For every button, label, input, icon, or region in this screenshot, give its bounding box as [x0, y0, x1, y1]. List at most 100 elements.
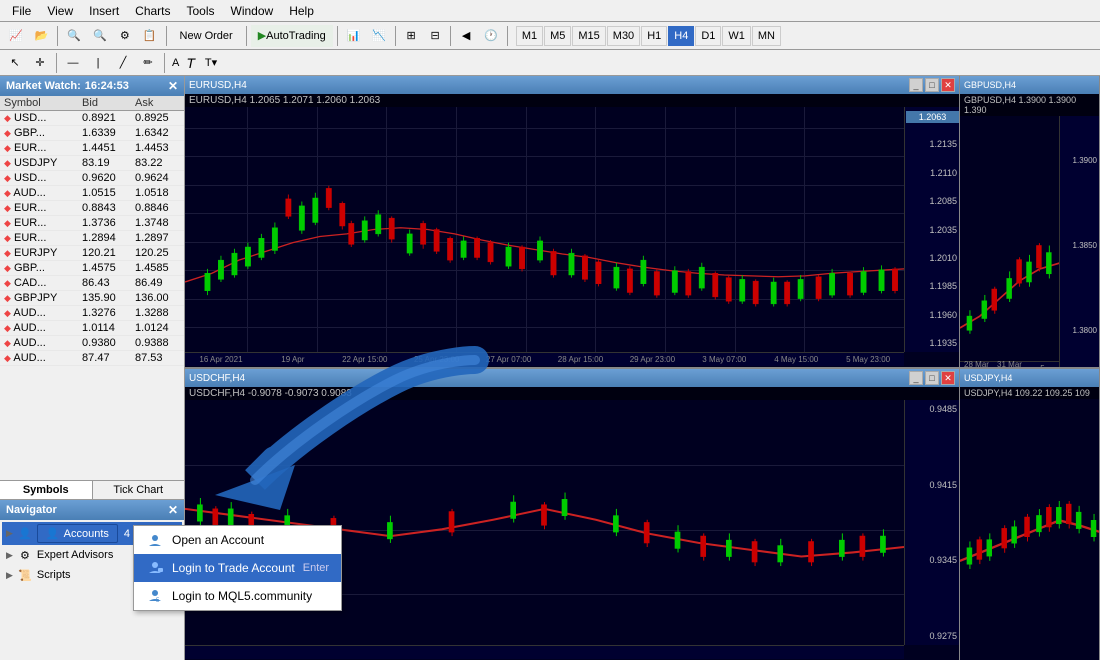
pen-btn[interactable]: ✏ — [137, 52, 159, 74]
mql5-icon: 5 — [146, 587, 164, 605]
time-9: 4 May 15:00 — [760, 355, 832, 364]
market-row[interactable]: ◆ USD... 0.8921 0.8925 — [0, 111, 184, 126]
market-row[interactable]: ◆ AUD... 1.0515 1.0518 — [0, 186, 184, 201]
gbpusd-chart-panel[interactable]: GBPUSD,H4 GBPUSD,H4 1.3900 1.3900 1.390 — [960, 76, 1100, 367]
usdchf-close-btn[interactable]: ✕ — [941, 371, 955, 385]
clock-btn[interactable]: 🕐 — [479, 25, 503, 47]
zoom-out-btn[interactable]: 🔍 — [88, 25, 112, 47]
context-open-account[interactable]: Open an Account — [134, 526, 341, 554]
eurusd-restore-btn[interactable]: □ — [925, 78, 939, 92]
market-row[interactable]: ◆ USDJPY 83.19 83.22 — [0, 156, 184, 171]
market-row[interactable]: ◆ GBP... 1.6339 1.6342 — [0, 126, 184, 141]
chart-type-btn[interactable]: 📊 — [342, 25, 366, 47]
usdchf-chart-panel[interactable]: USDCHF,H4 _ □ ✕ USDCHF,H4 -0.9078 -0.907… — [185, 369, 960, 660]
menu-view[interactable]: View — [39, 2, 81, 20]
tab-tick-chart[interactable]: Tick Chart — [93, 481, 185, 499]
trendline-btn[interactable]: ╱ — [112, 52, 134, 74]
market-row[interactable]: ◆ AUD... 1.0114 1.0124 — [0, 321, 184, 336]
accounts-button[interactable]: 👤 Accounts — [37, 524, 118, 543]
market-row[interactable]: ◆ EURJPY 120.21 120.25 — [0, 246, 184, 261]
market-row[interactable]: ◆ AUD... 1.3276 1.3288 — [0, 306, 184, 321]
usdchf-price-axis: 0.9485 0.9415 0.9345 0.9275 — [904, 400, 959, 645]
zoom-in-btn[interactable]: 🔍 — [62, 25, 86, 47]
bid-cell: 0.9380 — [78, 336, 131, 351]
usdjpy-chart-panel[interactable]: USDJPY,H4 USDJPY,H4 109.22 109.25 109 — [960, 369, 1100, 660]
market-row[interactable]: ◆ AUD... 87.47 87.53 — [0, 351, 184, 366]
login-mql5-label: Login to MQL5.community — [172, 589, 312, 603]
context-login-trade[interactable]: Login to Trade Account Enter — [134, 554, 341, 582]
market-row[interactable]: ◆ EUR... 0.8843 0.8846 — [0, 201, 184, 216]
menu-window[interactable]: Window — [223, 2, 282, 20]
eurusd-symbol: EURUSD,H4 — [189, 80, 247, 91]
hline-btn[interactable]: — — [62, 52, 84, 74]
market-row[interactable]: ◆ CAD... 86.43 86.49 — [0, 276, 184, 291]
back-btn[interactable]: ◀ — [455, 25, 477, 47]
tf-mn[interactable]: MN — [752, 26, 781, 46]
menu-tools[interactable]: Tools — [179, 2, 223, 20]
market-row[interactable]: ◆ EUR... 1.2894 1.2897 — [0, 231, 184, 246]
tf-d1[interactable]: D1 — [695, 26, 721, 46]
market-row[interactable]: ◆ AUD... 0.9380 0.9388 — [0, 336, 184, 351]
market-row[interactable]: ◆ GBPJPY 135.90 136.00 — [0, 291, 184, 306]
symbol-cell: EUR... — [14, 217, 46, 229]
eurusd-chart-body[interactable]: 1.2160 1.2135 1.2110 1.2085 1.2063 1.203… — [185, 107, 959, 366]
properties-btn[interactable]: ⚙ — [114, 25, 136, 47]
toolbar-drawing: ↖ ✛ — | ╱ ✏ A T T▾ — [0, 50, 1100, 76]
market-row[interactable]: ◆ GBP... 1.4575 1.4585 — [0, 261, 184, 276]
diamond-icon: ◆ — [4, 278, 11, 288]
crosshair-btn[interactable]: ✛ — [29, 52, 51, 74]
tf-m15[interactable]: M15 — [572, 26, 605, 46]
usdchf-restore-btn[interactable]: □ — [925, 371, 939, 385]
market-row[interactable]: ◆ USD... 0.9620 0.9624 — [0, 171, 184, 186]
bid-cell: 1.4575 — [78, 261, 131, 276]
gbpusd-chart-body[interactable]: 1.3900 1.3850 1.3800 28 Mar 2021 31 Mar … — [960, 116, 1099, 367]
open-btn[interactable]: 📂 — [30, 25, 54, 47]
indicators-btn[interactable]: 📉 — [367, 25, 391, 47]
symbol-cell: GBP... — [14, 127, 45, 139]
vline-btn[interactable]: | — [87, 52, 109, 74]
tf-m30[interactable]: M30 — [607, 26, 640, 46]
market-row[interactable]: ◆ EUR... 1.3736 1.3748 — [0, 216, 184, 231]
gbpusd-time-axis: 28 Mar 2021 31 Mar 15:00 5 — [960, 361, 1059, 367]
cursor-btn[interactable]: ↖ — [4, 52, 26, 74]
menu-help[interactable]: Help — [281, 2, 322, 20]
tab-symbols[interactable]: Symbols — [0, 481, 93, 499]
context-login-mql5[interactable]: 5 Login to MQL5.community — [134, 582, 341, 610]
tf-w1[interactable]: W1 — [722, 26, 751, 46]
open-account-icon — [146, 531, 164, 549]
menu-insert[interactable]: Insert — [81, 2, 127, 20]
text-label: T — [184, 55, 197, 71]
new-order-btn[interactable]: New Order — [171, 25, 242, 47]
tf-h4[interactable]: H4 — [668, 26, 694, 46]
new-chart-btn[interactable]: 📈 — [4, 25, 28, 47]
autotrading-btn[interactable]: ▶ AutoTrading — [251, 25, 333, 47]
market-watch-close[interactable]: ✕ — [168, 79, 178, 93]
usdjpy-chart-body[interactable] — [960, 399, 1099, 658]
tf-h1[interactable]: H1 — [641, 26, 667, 46]
nav-expand-accounts: ▶ — [6, 528, 13, 539]
menu-file[interactable]: File — [4, 2, 39, 20]
time-5: 27 Apr 07:00 — [473, 355, 545, 364]
diamond-icon: ◆ — [4, 188, 11, 198]
bid-cell: 1.3736 — [78, 216, 131, 231]
scroll-end-btn[interactable]: ⊟ — [424, 25, 446, 47]
usdchf-minimize-btn[interactable]: _ — [909, 371, 923, 385]
separator-7 — [507, 26, 508, 46]
templates-btn[interactable]: 📋 — [138, 25, 162, 47]
navigator-header: Navigator ✕ — [0, 500, 184, 520]
tf-m1[interactable]: M1 — [516, 26, 543, 46]
text-tool-btn[interactable]: T▾ — [200, 52, 222, 74]
current-price: 1.2063 — [906, 111, 959, 123]
eurusd-chart-panel[interactable]: EURUSD,H4 _ □ ✕ EURUSD,H4 1.2065 1.2071 … — [185, 76, 960, 367]
navigator-close[interactable]: ✕ — [168, 503, 178, 517]
menu-charts[interactable]: Charts — [127, 2, 178, 20]
zoom-fit-btn[interactable]: ⊞ — [400, 25, 422, 47]
eurusd-minimize-btn[interactable]: _ — [909, 78, 923, 92]
market-watch-table: Symbol Bid Ask ◆ USD... 0.8921 0.8925 ◆ … — [0, 96, 184, 480]
market-row[interactable]: ◆ EUR... 1.4451 1.4453 — [0, 141, 184, 156]
context-menu[interactable]: Open an Account Login to Trade Account E… — [133, 525, 342, 611]
accounts-icon-btn: 👤 — [46, 527, 60, 540]
eurusd-close-btn[interactable]: ✕ — [941, 78, 955, 92]
tf-m5[interactable]: M5 — [544, 26, 571, 46]
symbol-cell: AUD... — [13, 352, 45, 364]
